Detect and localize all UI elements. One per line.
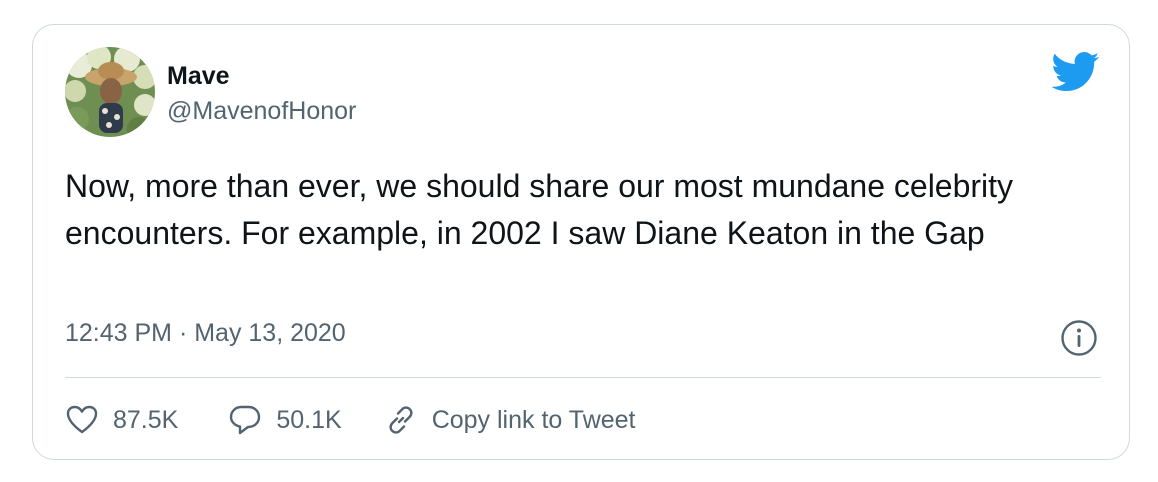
author-name[interactable]: Mave [167, 61, 230, 91]
divider [65, 377, 1101, 378]
twitter-bird-icon[interactable] [1052, 52, 1100, 92]
reply-button[interactable]: 50.1K [228, 403, 342, 437]
tweet-card[interactable]: Mave @MavenofHonor Now, more than ever, … [32, 24, 1130, 460]
avatar-image [65, 47, 155, 137]
author-handle[interactable]: @MavenofHonor [167, 96, 356, 126]
tweet-timestamp[interactable]: 12:43 PM · May 13, 2020 [65, 318, 346, 348]
heart-icon [66, 405, 98, 434]
copy-link-button[interactable]: Copy link to Tweet [384, 403, 636, 437]
reply-count: 50.1K [276, 406, 342, 434]
like-count: 87.5K [113, 406, 179, 434]
speech-bubble-icon [230, 405, 261, 435]
link-icon [389, 406, 413, 434]
copy-link-label: Copy link to Tweet [431, 406, 636, 434]
like-button[interactable]: 87.5K [65, 403, 178, 437]
tweet-text: Now, more than ever, we should share our… [65, 168, 1014, 251]
avatar[interactable] [65, 47, 155, 137]
action-bar: 87.5K 50.1K Copy link to Tweet [65, 402, 636, 438]
info-icon[interactable] [1060, 319, 1098, 357]
